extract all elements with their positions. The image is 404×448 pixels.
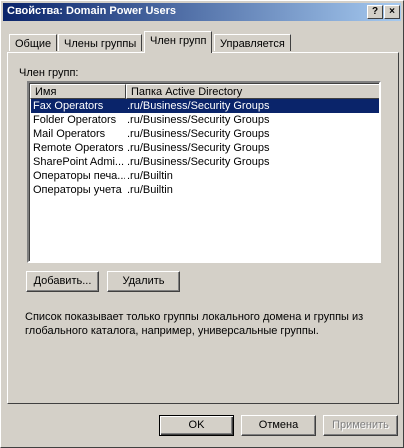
group-name: SharePoint Admi... [33, 156, 125, 168]
apply-button[interactable]: Применить [323, 415, 398, 436]
group-folder: .ru/Builtin [127, 170, 173, 182]
list-item[interactable]: Remote Operators .ru/Business/Security G… [31, 141, 379, 155]
tab-member-of[interactable]: Член групп [144, 31, 213, 53]
cancel-button[interactable]: Отмена [241, 415, 316, 436]
member-of-label: Член групп: [19, 67, 79, 79]
group-folder: .ru/Business/Security Groups [127, 100, 270, 112]
group-name: Remote Operators [33, 142, 124, 154]
list-item[interactable]: Операторы учета .ru/Builtin [31, 183, 379, 197]
tab-strip: Общие Члены группы Член групп Управляетс… [7, 31, 397, 53]
title-bar: Свойства: Domain Power Users ? × [3, 3, 401, 21]
group-folder: .ru/Business/Security Groups [127, 114, 270, 126]
group-name: Fax Operators [33, 100, 104, 112]
column-header-name[interactable]: Имя [30, 84, 126, 99]
group-folder: .ru/Business/Security Groups [127, 128, 270, 140]
close-button[interactable]: × [384, 5, 400, 19]
column-header-folder[interactable]: Папка Active Directory [126, 84, 379, 99]
group-name: Операторы печа... [33, 170, 125, 182]
member-of-list[interactable]: Имя Папка Active Directory Fax Operators… [27, 81, 381, 263]
ok-button[interactable]: OK [159, 415, 234, 436]
group-name: Операторы учета [33, 184, 122, 196]
tab-managed-by[interactable]: Управляется [214, 34, 291, 51]
info-note: Список показывает только группы локально… [25, 311, 364, 337]
window-title: Свойства: Domain Power Users [7, 5, 177, 17]
tab-members[interactable]: Члены группы [58, 34, 143, 51]
list-item[interactable]: SharePoint Admi... .ru/Business/Security… [31, 155, 379, 169]
group-folder: .ru/Builtin [127, 184, 173, 196]
properties-dialog: Свойства: Domain Power Users ? × Общие Ч… [0, 0, 404, 448]
list-item[interactable]: Fax Operators .ru/Business/Security Grou… [31, 99, 379, 113]
tab-general[interactable]: Общие [9, 34, 58, 51]
list-item[interactable]: Folder Operators .ru/Business/Security G… [31, 113, 379, 127]
help-button[interactable]: ? [367, 5, 383, 19]
add-button[interactable]: Добавить... [26, 271, 99, 292]
list-item[interactable]: Операторы печа... .ru/Builtin [31, 169, 379, 183]
group-folder: .ru/Business/Security Groups [127, 142, 270, 154]
list-item[interactable]: Mail Operators .ru/Business/Security Gro… [31, 127, 379, 141]
remove-button[interactable]: Удалить [107, 271, 180, 292]
list-header: Имя Папка Active Directory [30, 84, 379, 99]
group-name: Mail Operators [33, 128, 106, 140]
group-folder: .ru/Business/Security Groups [127, 156, 270, 168]
group-name: Folder Operators [33, 114, 117, 126]
